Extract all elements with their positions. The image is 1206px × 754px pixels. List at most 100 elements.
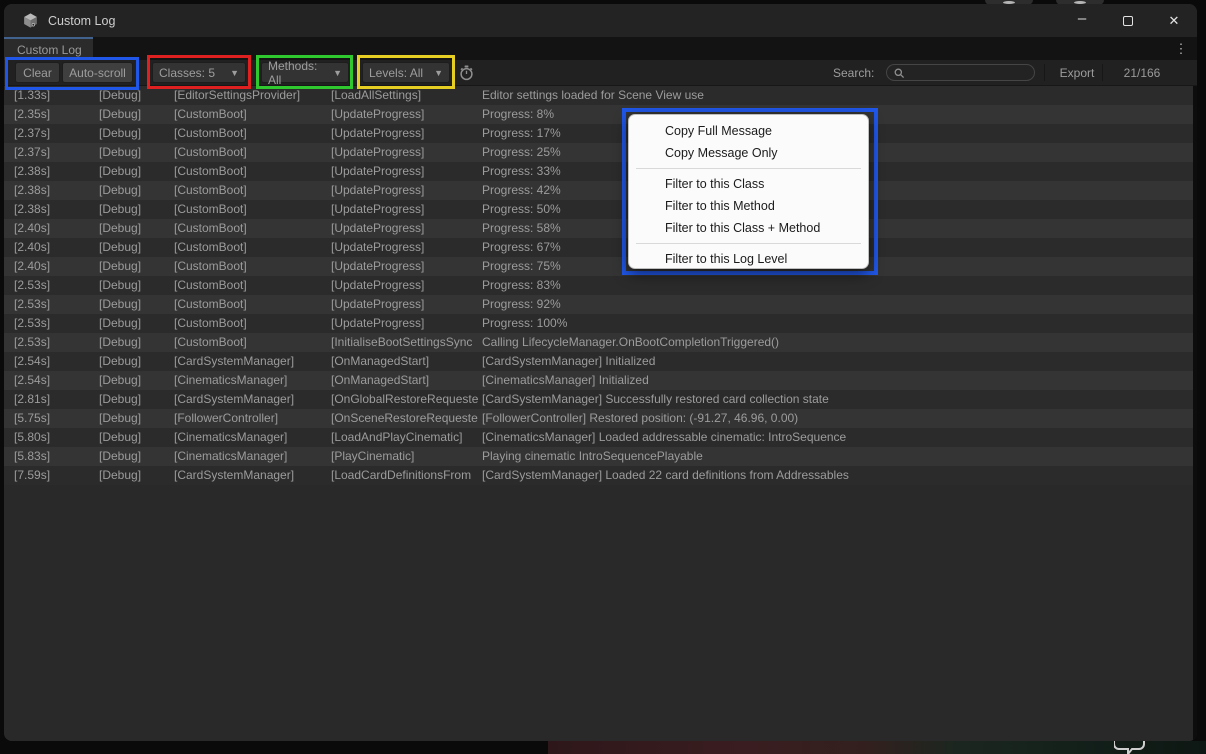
clear-button-label: Clear [23,66,52,80]
log-cell-time: [2.40s] [14,257,98,276]
log-cell-class: [CustomBoot] [174,200,330,219]
log-cell-message: [CinematicsManager] Initialized [482,371,1189,390]
window-title: Custom Log [48,14,115,28]
log-cell-level: [Debug] [99,257,173,276]
context-menu-item[interactable]: Filter to this Class [629,173,868,195]
log-row[interactable]: [2.38s][Debug][CustomBoot][UpdateProgres… [4,162,1193,181]
log-row[interactable]: [2.54s][Debug][CardSystemManager][OnMana… [4,352,1193,371]
log-row[interactable]: [2.38s][Debug][CustomBoot][UpdateProgres… [4,181,1193,200]
kebab-menu-button[interactable]: ⋮ [1173,37,1189,60]
window-controls: – ✕ [1059,4,1197,37]
clear-button[interactable]: Clear [15,62,60,83]
scrollbar-gutter[interactable] [1193,86,1197,741]
context-menu-item[interactable]: Filter to this Class + Method [629,217,868,239]
log-row[interactable]: [5.75s][Debug][FollowerController][OnSce… [4,409,1193,428]
log-cell-time: [2.35s] [14,105,98,124]
log-cell-class: [CardSystemManager] [174,466,330,485]
context-menu-item[interactable]: Filter to this Method [629,195,868,217]
log-cell-method: [UpdateProgress] [331,143,478,162]
log-cell-method: [UpdateProgress] [331,181,478,200]
log-cell-class: [CustomBoot] [174,333,330,352]
log-cell-level: [Debug] [99,428,173,447]
levels-dropdown[interactable]: Levels: All ▼ [362,62,450,83]
context-menu-item[interactable]: Filter to this Log Level [629,248,868,269]
desktop: Custom Log – ✕ Custom Log ⋮ Clear Auto-s… [0,0,1206,754]
log-row[interactable]: [2.40s][Debug][CustomBoot][UpdateProgres… [4,219,1193,238]
log-row[interactable]: [2.40s][Debug][CustomBoot][UpdateProgres… [4,257,1193,276]
log-row[interactable]: [2.53s][Debug][CustomBoot][UpdateProgres… [4,276,1193,295]
methods-dropdown[interactable]: Methods: All ▼ [261,62,349,83]
search-input[interactable] [886,64,1035,81]
log-cell-method: [InitialiseBootSettingsSync [331,333,478,352]
log-row[interactable]: [2.81s][Debug][CardSystemManager][OnGlob… [4,390,1193,409]
classes-dropdown[interactable]: Classes: 5 ▼ [152,62,246,83]
log-cell-class: [CustomBoot] [174,105,330,124]
log-row[interactable]: [7.59s][Debug][CardSystemManager][LoadCa… [4,466,1193,485]
log-row[interactable]: [2.37s][Debug][CustomBoot][UpdateProgres… [4,143,1193,162]
log-cell-method: [UpdateProgress] [331,124,478,143]
log-row[interactable]: [5.83s][Debug][CinematicsManager][PlayCi… [4,447,1193,466]
toolbar: Clear Auto-scroll Classes: 5 ▼ Methods: … [4,60,1197,86]
minimize-button[interactable]: – [1059,4,1105,37]
log-row[interactable]: [2.35s][Debug][CustomBoot][UpdateProgres… [4,105,1193,124]
log-cell-level: [Debug] [99,409,173,428]
search-icon [894,68,905,79]
log-cell-level: [Debug] [99,219,173,238]
log-cell-message: [CardSystemManager] Initialized [482,352,1189,371]
log-row[interactable]: [2.53s][Debug][CustomBoot][UpdateProgres… [4,295,1193,314]
log-row[interactable]: [2.38s][Debug][CustomBoot][UpdateProgres… [4,200,1193,219]
log-cell-message: [FollowerController] Restored position: … [482,409,1189,428]
log-cell-time: [2.53s] [14,333,98,352]
context-menu-item[interactable]: Copy Message Only [629,142,868,164]
log-cell-message: Progress: 83% [482,276,1189,295]
log-row[interactable]: [2.53s][Debug][CustomBoot][UpdateProgres… [4,314,1193,333]
log-cell-method: [UpdateProgress] [331,238,478,257]
context-menu: Copy Full MessageCopy Message Only Filter… [628,114,869,269]
log-row[interactable]: [2.53s][Debug][CustomBoot][InitialiseBoo… [4,333,1193,352]
log-cell-level: [Debug] [99,238,173,257]
log-list[interactable]: [1.33s][Debug][EditorSettingsProvider][L… [4,86,1193,741]
autoscroll-button[interactable]: Auto-scroll [62,62,133,83]
log-cell-method: [UpdateProgress] [331,162,478,181]
log-cell-message: [CardSystemManager] Successfully restore… [482,390,1189,409]
context-menu-item[interactable]: Copy Full Message [629,120,868,142]
log-cell-level: [Debug] [99,352,173,371]
levels-dropdown-label: Levels: All [369,66,423,80]
log-cell-time: [2.53s] [14,314,98,333]
toolbar-divider [1044,64,1045,81]
log-cell-time: [2.38s] [14,162,98,181]
log-cell-level: [Debug] [99,162,173,181]
log-cell-time: [2.54s] [14,371,98,390]
close-button[interactable]: ✕ [1151,4,1197,37]
unity-cube-icon [22,12,39,29]
log-cell-level: [Debug] [99,181,173,200]
log-row[interactable]: [1.33s][Debug][EditorSettingsProvider][L… [4,86,1193,105]
log-cell-time: [2.38s] [14,181,98,200]
log-cell-time: [5.75s] [14,409,98,428]
log-cell-class: [CustomBoot] [174,314,330,333]
log-cell-level: [Debug] [99,390,173,409]
log-cell-class: [CinematicsManager] [174,428,330,447]
chevron-down-icon: ▼ [434,68,443,78]
log-cell-time: [7.59s] [14,466,98,485]
log-cell-level: [Debug] [99,447,173,466]
log-count-badge: 21/166 [1110,62,1174,83]
log-cell-time: [2.54s] [14,352,98,371]
log-cell-message: Calling LifecycleManager.OnBootCompletio… [482,333,1189,352]
kebab-menu-icon: ⋮ [1175,41,1188,57]
export-button[interactable]: Export [1053,62,1101,83]
log-cell-class: [EditorSettingsProvider] [174,86,330,105]
log-cell-class: [CardSystemManager] [174,352,330,371]
tab-custom-log[interactable]: Custom Log [4,37,93,60]
log-cell-level: [Debug] [99,314,173,333]
maximize-button[interactable] [1105,4,1151,37]
stopwatch-icon[interactable] [459,65,474,81]
log-cell-class: [CustomBoot] [174,124,330,143]
log-row[interactable]: [2.40s][Debug][CustomBoot][UpdateProgres… [4,238,1193,257]
tab-label: Custom Log [17,43,82,57]
log-row[interactable]: [2.54s][Debug][CinematicsManager][OnMana… [4,371,1193,390]
log-row[interactable]: [5.80s][Debug][CinematicsManager][LoadAn… [4,428,1193,447]
log-cell-class: [CustomBoot] [174,257,330,276]
log-cell-method: [UpdateProgress] [331,314,478,333]
log-row[interactable]: [2.37s][Debug][CustomBoot][UpdateProgres… [4,124,1193,143]
